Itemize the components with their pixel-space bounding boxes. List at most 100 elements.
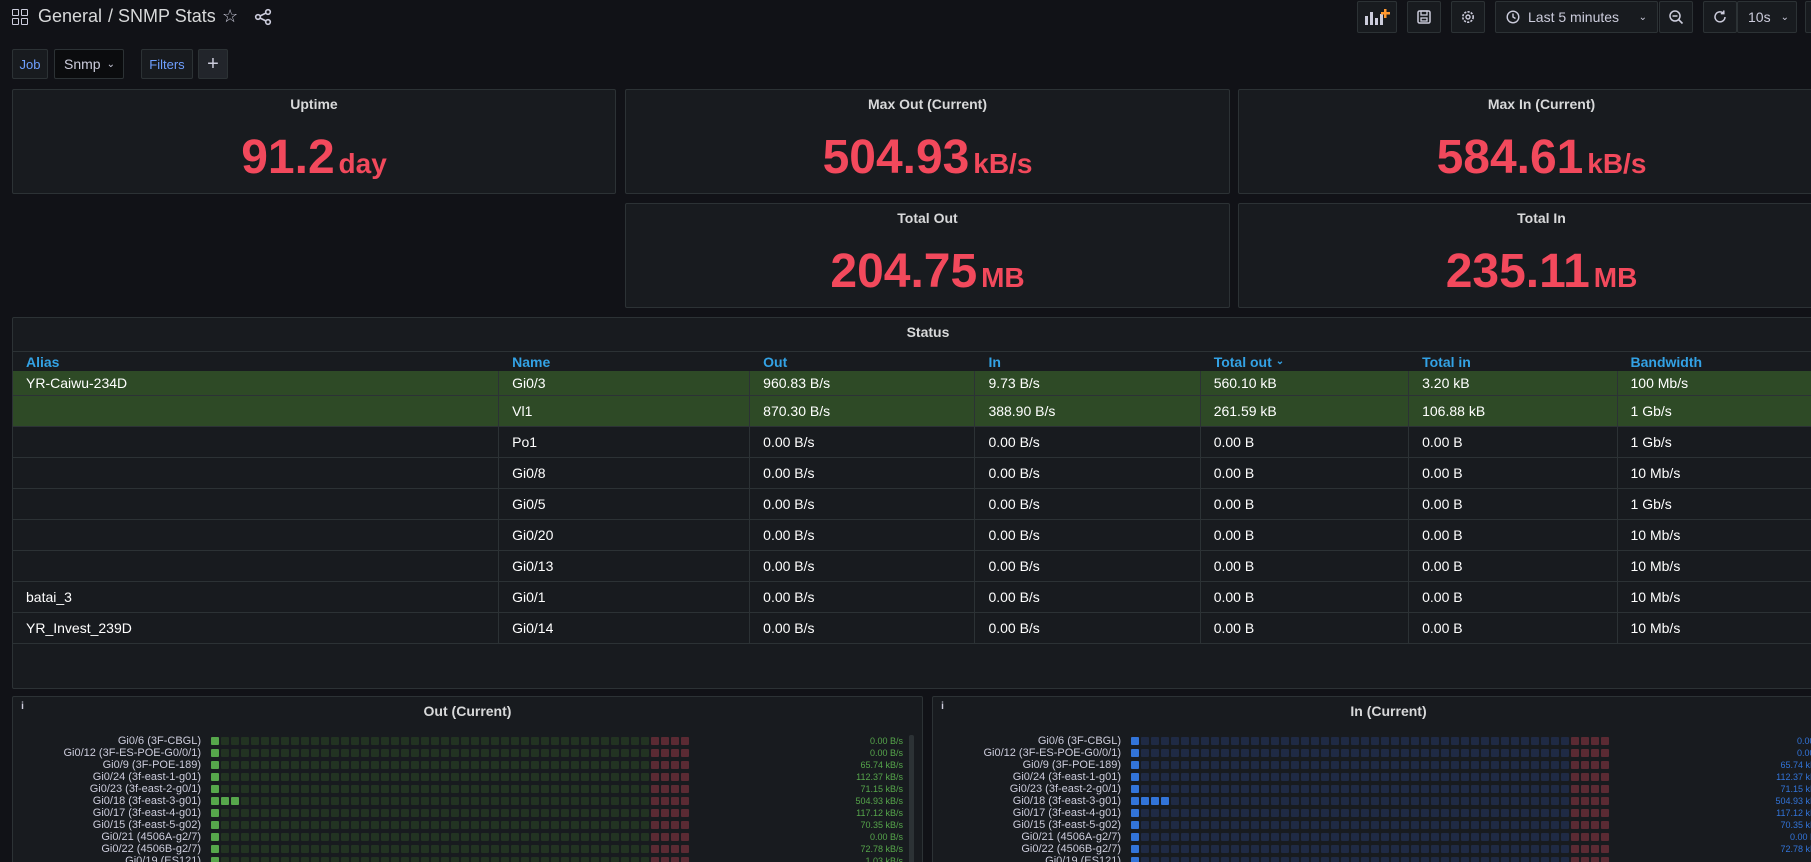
gauge-cell (1231, 773, 1239, 781)
gauge-cell (261, 833, 269, 841)
scrollbar[interactable] (909, 735, 914, 862)
breadcrumb: General / SNMP Stats (38, 6, 216, 27)
time-range-picker[interactable]: Last 5 minutes ⌄ (1495, 1, 1658, 33)
refresh-interval-picker[interactable]: 10s ⌄ (1737, 1, 1797, 33)
gauge-cell (1361, 761, 1369, 769)
gauge-cell (1491, 749, 1499, 757)
gauge-cell (1261, 761, 1269, 769)
gauge-cell (371, 809, 379, 817)
gauge-cell (601, 773, 609, 781)
gauge-row: Gi0/9 (3F-POE-189) 65.74 kB/s (933, 759, 1811, 771)
gauge-cell (521, 821, 529, 829)
column-header-in[interactable]: In (975, 352, 1200, 371)
gauge-cell (231, 761, 239, 769)
gauge-cell (1241, 749, 1249, 757)
table-row[interactable]: Gi0/8 0.00 B/s 0.00 B/s 0.00 B 0.00 B 10 Mb/s (13, 458, 1811, 489)
dashboard-title[interactable]: / SNMP Stats (108, 6, 216, 27)
gauge-cell (1381, 761, 1389, 769)
panel-title: Max In (Current) (1487, 96, 1596, 112)
gauge-cell (1161, 797, 1169, 805)
gauge-cell (501, 749, 509, 757)
gauge-cell (551, 809, 559, 817)
gauge-cell (1311, 773, 1319, 781)
gauge-cell (561, 845, 569, 853)
gauge-cell (261, 761, 269, 769)
gauge-cell (1141, 809, 1149, 817)
gauge-cell (451, 857, 459, 862)
save-dashboard-button[interactable] (1407, 1, 1441, 33)
column-header-bandwidth[interactable]: Bandwidth (1618, 352, 1811, 371)
table-row[interactable]: Gi0/13 0.00 B/s 0.00 B/s 0.00 B 0.00 B 10 Mb/… (13, 551, 1811, 582)
gauge-cell (211, 845, 219, 853)
gauge-cell (481, 797, 489, 805)
gauge-cell (1201, 833, 1209, 841)
gauge-cell (341, 773, 349, 781)
gauge-cell (1361, 845, 1369, 853)
gauge-cell (321, 821, 329, 829)
table-row[interactable]: Gi0/5 0.00 B/s 0.00 B/s 0.00 B 0.00 B1 Gb/s (13, 489, 1811, 520)
gauge-cell (1411, 821, 1419, 829)
stat-number: 584.61 (1436, 131, 1584, 184)
gauge-cell (481, 845, 489, 853)
gauge-cell (481, 833, 489, 841)
gauge-cell (211, 821, 219, 829)
gauge-cell (601, 845, 609, 853)
gauge-cell (1181, 737, 1189, 745)
cell-out: 0.00 B/s (750, 520, 976, 550)
gauge-cell (511, 797, 519, 805)
column-header-total-in[interactable]: Total in (1409, 352, 1617, 371)
dashboard-settings-button[interactable] (1451, 1, 1485, 33)
zoom-out-button[interactable] (1659, 1, 1693, 33)
share-icon[interactable] (254, 8, 272, 26)
gauge-cell (1161, 749, 1169, 757)
gauge-bar (1131, 797, 1609, 805)
gauge-cell (1391, 833, 1399, 841)
gauge-cell (1211, 761, 1219, 769)
gauge-cell (1411, 785, 1419, 793)
column-header-out[interactable]: Out (750, 352, 975, 371)
gauge-cell (1401, 785, 1409, 793)
stat-unit: kB/s (1587, 148, 1647, 179)
gauge-cell (411, 857, 419, 862)
view-mode-button[interactable] (1805, 1, 1811, 33)
column-header-alias[interactable]: Alias (13, 352, 499, 371)
add-panel-button[interactable] (1357, 1, 1397, 33)
add-filter-button[interactable]: + (198, 49, 228, 79)
table-row[interactable]: YR-Caiwu-234D Gi0/3 960.83 B/s 9.73 B/s 560.… (13, 371, 1811, 396)
gauge-cell (561, 857, 569, 862)
gauge-cell (441, 845, 449, 853)
gauge-cell (381, 761, 389, 769)
star-icon[interactable]: ☆ (222, 6, 238, 27)
column-header-name[interactable]: Name (499, 352, 750, 371)
gauge-cell (461, 761, 469, 769)
table-row[interactable]: batai_3 Gi0/1 0.00 B/s 0.00 B/s 0.00 B 0.00 B… (13, 582, 1811, 613)
table-row[interactable]: Po1 0.00 B/s 0.00 B/s 0.00 B 0.00 B1 Gb/s (13, 427, 1811, 458)
dashboards-grid-icon[interactable] (12, 9, 28, 25)
gauge-value: 504.93 kB/s (855, 796, 903, 806)
gauge-cell (291, 845, 299, 853)
gauge-cell (291, 809, 299, 817)
gauge-value: 117.12 kB/s (856, 808, 903, 818)
gauge-cell (631, 785, 639, 793)
gauge-cell (331, 737, 339, 745)
gauge-cell (681, 845, 689, 853)
gauge-cell (551, 797, 559, 805)
table-row[interactable]: Vl1 870.30 B/s 388.90 B/s 261.59 kB 106.88 k… (13, 396, 1811, 427)
gauge-cell (291, 797, 299, 805)
gauge-cell (1501, 773, 1509, 781)
breadcrumb-folder[interactable]: General (38, 6, 102, 27)
table-row[interactable]: YR_Invest_239D Gi0/14 0.00 B/s 0.00 B/s 0.00… (13, 613, 1811, 644)
gauge-label: Gi0/18 (3f-east-3-g01) (92, 795, 201, 807)
gauge-cell (411, 761, 419, 769)
gauge-cell (1361, 737, 1369, 745)
gauge-cell (301, 809, 309, 817)
gauge-cell (1411, 737, 1419, 745)
table-row[interactable]: Gi0/20 0.00 B/s 0.00 B/s 0.00 B 0.00 B 10 Mb/… (13, 520, 1811, 551)
gauge-cell (591, 761, 599, 769)
refresh-button[interactable] (1703, 1, 1737, 33)
gauge-cell (1531, 797, 1539, 805)
gauge-cell (1381, 821, 1389, 829)
column-header-total-out[interactable]: Total out ⌄ (1201, 352, 1409, 371)
gauge-cell (1161, 761, 1169, 769)
job-variable-select[interactable]: Snmp ⌄ (54, 49, 124, 79)
